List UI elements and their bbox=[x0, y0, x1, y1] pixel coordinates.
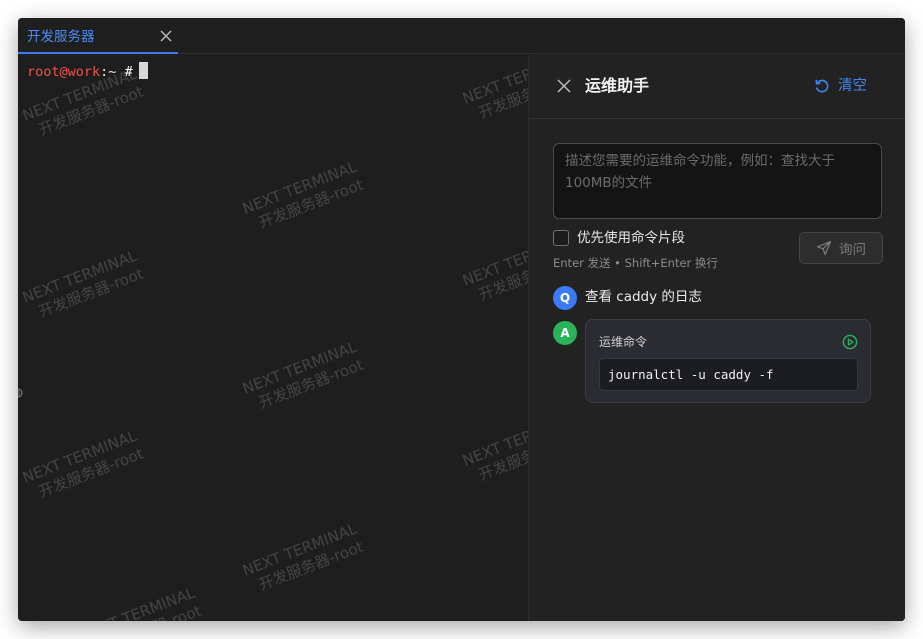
checkbox-label: 优先使用命令片段 bbox=[577, 230, 685, 246]
watermark: NEXT TERMINAL开发服务器-root bbox=[20, 426, 146, 501]
assistant-header: 运维助手 清空 bbox=[529, 55, 905, 119]
send-icon bbox=[816, 240, 832, 256]
watermark: NEXT TERMINAL开发服务器-root bbox=[460, 229, 528, 304]
play-icon[interactable] bbox=[842, 334, 858, 350]
watermark: NEXT TERMINAL开发服务器-root bbox=[460, 409, 528, 484]
drag-handle-icon[interactable] bbox=[18, 385, 24, 401]
prompt-symbol: # bbox=[124, 64, 133, 80]
command-text[interactable]: journalctl -u caddy -f bbox=[599, 358, 858, 391]
watermark: NEXT TERMINAL开发服务器-root bbox=[20, 246, 146, 321]
close-icon[interactable] bbox=[557, 79, 571, 93]
tab-bar: 开发服务器 bbox=[18, 18, 905, 54]
tab-dev-server[interactable]: 开发服务器 bbox=[18, 18, 178, 54]
prefer-snippets-checkbox[interactable]: 优先使用命令片段 bbox=[553, 229, 685, 247]
text-cursor bbox=[138, 62, 148, 79]
ask-button[interactable]: 询问 bbox=[799, 232, 883, 264]
keyboard-hint: Enter 发送 • Shift+Enter 换行 bbox=[553, 256, 718, 270]
shell-prompt: root@work:~ # bbox=[27, 62, 148, 81]
prompt-path: :~ bbox=[100, 64, 117, 80]
question-text: 查看 caddy 的日志 bbox=[585, 289, 702, 305]
refresh-icon bbox=[815, 79, 829, 93]
watermark: NEXT TERMINAL开发服务器-root bbox=[460, 55, 528, 122]
checkbox-box[interactable] bbox=[553, 230, 569, 246]
watermark: NEXT TERMINAL开发服务器-root bbox=[240, 519, 366, 594]
ask-label: 询问 bbox=[839, 242, 866, 258]
assistant-title: 运维助手 bbox=[585, 76, 650, 95]
close-icon[interactable] bbox=[160, 30, 172, 42]
clear-label: 清空 bbox=[838, 78, 867, 94]
query-input[interactable] bbox=[553, 143, 882, 219]
terminal-area[interactable]: NEXT TERMINAL 开发服务器-root NEXT TERMINAL 开发服… bbox=[18, 55, 528, 621]
assistant-panel: 运维助手 清空 优先使用命令片段 Enter 发送 • Shift+Enter … bbox=[528, 55, 905, 621]
question-badge: Q bbox=[553, 286, 577, 310]
clear-button[interactable]: 清空 bbox=[814, 75, 867, 97]
terminal-window: 开发服务器 NEXT TERMINAL 开发服务器-root NEXT TERMI… bbox=[18, 18, 905, 621]
watermark: NEXT TERMINAL开发服务器-root bbox=[240, 157, 366, 232]
watermark: NEXT TERMINAL开发服务器-root bbox=[78, 583, 204, 621]
answer-badge: A bbox=[553, 321, 577, 345]
answer-card: 运维命令 journalctl -u caddy -f bbox=[585, 319, 871, 403]
tab-label: 开发服务器 bbox=[27, 29, 95, 45]
watermark: NEXT TERMINAL开发服务器-root bbox=[240, 337, 366, 412]
answer-label: 运维命令 bbox=[599, 335, 648, 349]
prompt-user-host: root@work bbox=[27, 64, 101, 80]
